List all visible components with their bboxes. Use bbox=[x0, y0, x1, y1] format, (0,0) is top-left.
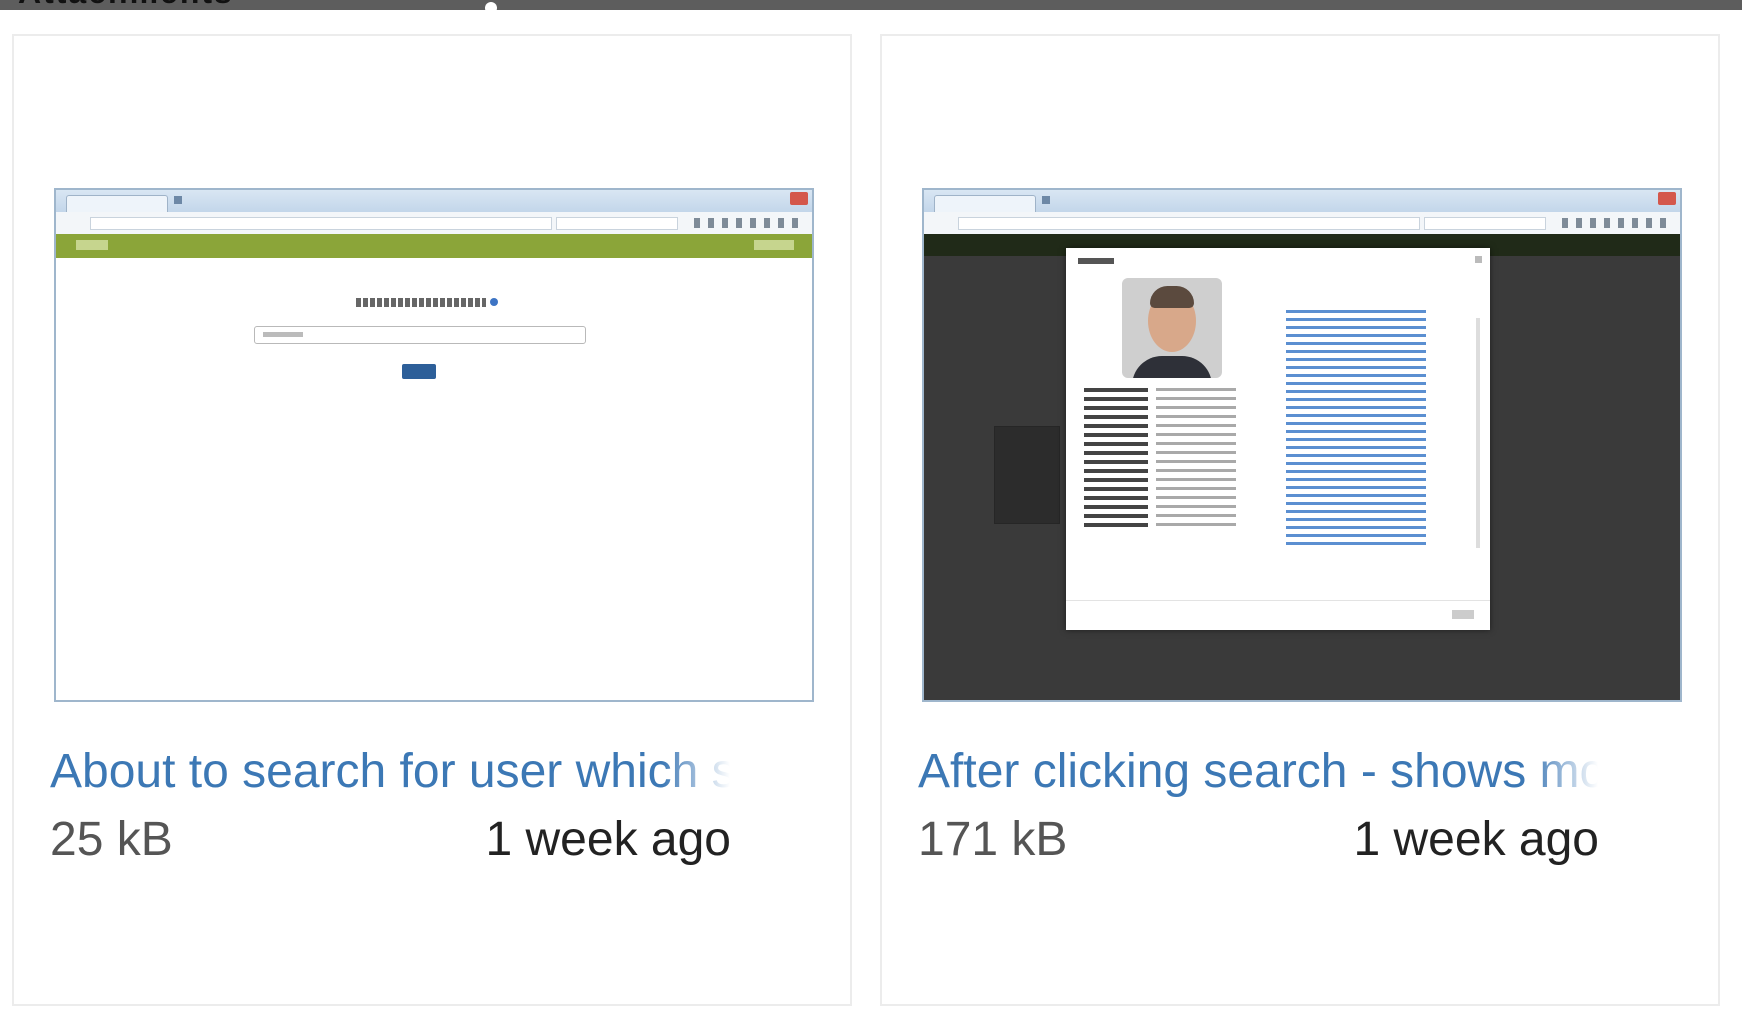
attachment-thumbnail[interactable] bbox=[54, 188, 814, 702]
thumb-modal-scrollbar bbox=[1476, 318, 1480, 548]
thumb-detail-labels bbox=[1084, 388, 1148, 530]
thumb-app-header bbox=[56, 234, 812, 258]
close-window-icon bbox=[1658, 192, 1676, 205]
thumb-group-links bbox=[1286, 310, 1426, 550]
attachment-meta: 171 kB 1 week ago bbox=[918, 812, 1599, 872]
new-tab-icon bbox=[174, 196, 182, 204]
attachment-size: 171 kB bbox=[918, 813, 1068, 866]
thumb-photo-suit bbox=[1132, 356, 1212, 378]
attachment-card[interactable]: About to search for user which s 25 kB 1… bbox=[12, 34, 852, 1006]
thumb-modal-divider bbox=[1066, 600, 1490, 601]
thumb-browser-tabbar bbox=[56, 190, 812, 213]
new-tab-icon bbox=[1042, 196, 1050, 204]
thumb-toolbar-icons bbox=[694, 218, 804, 228]
close-icon bbox=[1475, 256, 1482, 263]
thumb-photo-hair bbox=[1150, 286, 1194, 308]
top-bar: Attachments bbox=[0, 0, 1742, 10]
attachment-card[interactable]: After clicking search - shows mc 171 kB … bbox=[880, 34, 1720, 1006]
thumb-help-icon bbox=[490, 298, 498, 306]
thumb-search-field bbox=[556, 217, 678, 230]
thumb-browser-tabbar bbox=[924, 190, 1680, 213]
thumb-input-placeholder bbox=[263, 332, 303, 337]
thumb-user-search-input bbox=[254, 326, 586, 344]
thumb-address-field bbox=[958, 217, 1420, 230]
thumb-browser-urlbar bbox=[56, 212, 812, 235]
thumb-browser-urlbar bbox=[924, 212, 1680, 235]
thumb-browser-tab bbox=[66, 195, 168, 213]
thumb-toolbar-icons bbox=[1562, 218, 1672, 228]
thumb-modal-title bbox=[1078, 258, 1114, 264]
thumb-search-button bbox=[402, 364, 436, 379]
attachments-heading: Attachments bbox=[18, 0, 234, 10]
thumb-search-prompt bbox=[356, 298, 486, 307]
thumb-user-menu bbox=[754, 240, 794, 250]
thumb-user-details-modal bbox=[1066, 248, 1490, 630]
thumb-background-photo bbox=[994, 426, 1060, 524]
thumb-search-field bbox=[1424, 217, 1546, 230]
thumb-browser-tab bbox=[934, 195, 1036, 213]
thumb-user-photo bbox=[1122, 278, 1222, 378]
attachment-title-link[interactable]: After clicking search - shows mc bbox=[918, 744, 1598, 799]
attachment-time: 1 week ago bbox=[1353, 813, 1599, 866]
attachment-meta: 25 kB 1 week ago bbox=[50, 812, 731, 872]
thumb-address-field bbox=[90, 217, 552, 230]
thumb-modal-close-button bbox=[1452, 610, 1474, 619]
close-window-icon bbox=[790, 192, 808, 205]
attachment-time: 1 week ago bbox=[485, 813, 731, 866]
scroll-indicator-dot bbox=[485, 2, 497, 10]
attachment-size: 25 kB bbox=[50, 813, 173, 866]
thumb-detail-values bbox=[1156, 388, 1236, 530]
thumb-app-logo bbox=[76, 240, 108, 250]
attachment-title-link[interactable]: About to search for user which s bbox=[50, 744, 730, 799]
attachment-thumbnail[interactable] bbox=[922, 188, 1682, 702]
